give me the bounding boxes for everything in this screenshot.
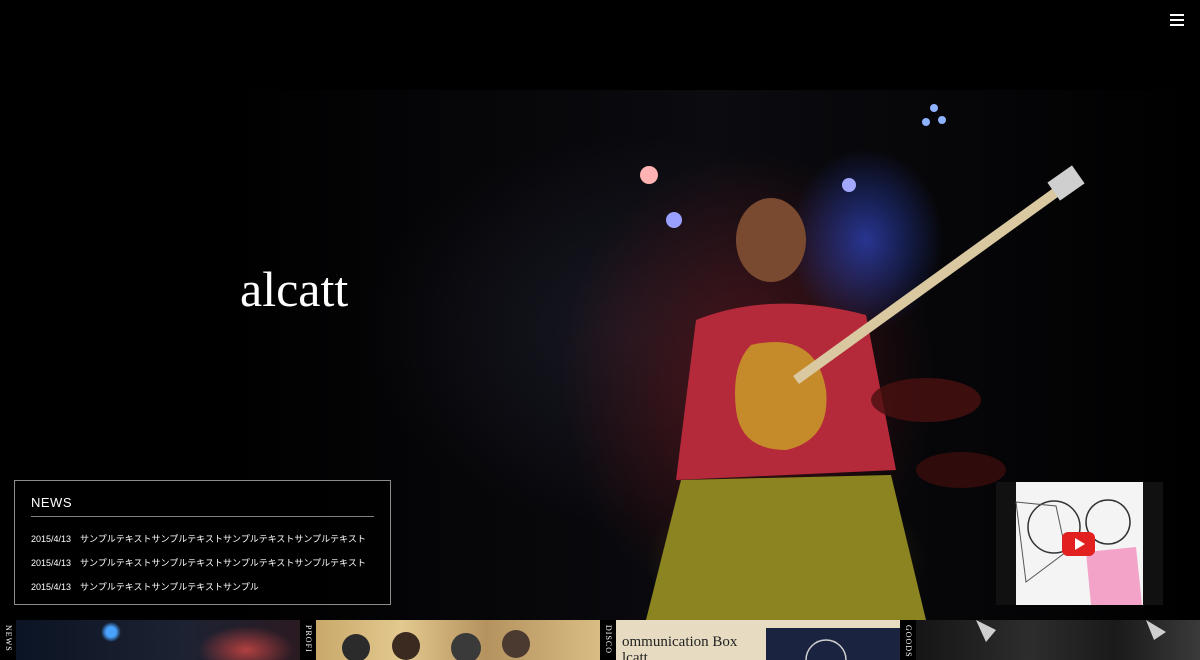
tile-profile[interactable]: PROFI — [300, 620, 600, 660]
news-date: 2015/4/13 — [31, 582, 72, 592]
news-date: 2015/4/13 — [31, 558, 72, 568]
tile-goods-image — [916, 620, 1200, 660]
tile-goods-label: GOODS — [900, 620, 916, 660]
tile-discography-label: DISCO — [600, 620, 616, 660]
news-item[interactable]: 2015/4/13 サンプルテキストサンプルテキストサンプルテキストサンプルテキス… — [31, 527, 374, 551]
logo-text: alcatt — [240, 261, 348, 314]
tile-discography[interactable]: ommunication Box lcatt DISCO — [600, 620, 900, 660]
tile-discography-image: ommunication Box lcatt — [616, 620, 900, 660]
tile-news[interactable]: NEWS — [0, 620, 300, 660]
tile-profile-label: PROFI — [300, 620, 316, 660]
news-text: サンプルテキストサンプルテキストサンプル — [80, 582, 259, 592]
tile-goods[interactable]: GOODS — [900, 620, 1200, 660]
site-logo[interactable]: alcatt — [240, 258, 406, 317]
tile-news-image — [16, 620, 300, 660]
news-text: サンプルテキストサンプルテキストサンプルテキストサンプルテキスト — [80, 534, 366, 544]
news-item[interactable]: 2015/4/13 サンプルテキストサンプルテキストサンプル — [31, 575, 374, 599]
youtube-play-icon[interactable] — [1062, 532, 1095, 556]
video-thumbnail[interactable] — [996, 482, 1163, 605]
tile-news-label: NEWS — [0, 620, 16, 660]
news-date: 2015/4/13 — [31, 534, 72, 544]
news-panel: NEWS 2015/4/13 サンプルテキストサンプルテキストサンプルテキストサン… — [14, 480, 391, 605]
news-item[interactable]: 2015/4/13 サンプルテキストサンプルテキストサンプルテキストサンプルテキス… — [31, 551, 374, 575]
news-title: NEWS — [31, 495, 374, 517]
news-text: サンプルテキストサンプルテキストサンプルテキストサンプルテキスト — [80, 558, 366, 568]
section-tiles: NEWS PROFI ommunication Box lcatt DISCO — [0, 620, 1200, 660]
tile-profile-image — [316, 620, 600, 660]
hamburger-menu-icon[interactable] — [1170, 14, 1184, 28]
